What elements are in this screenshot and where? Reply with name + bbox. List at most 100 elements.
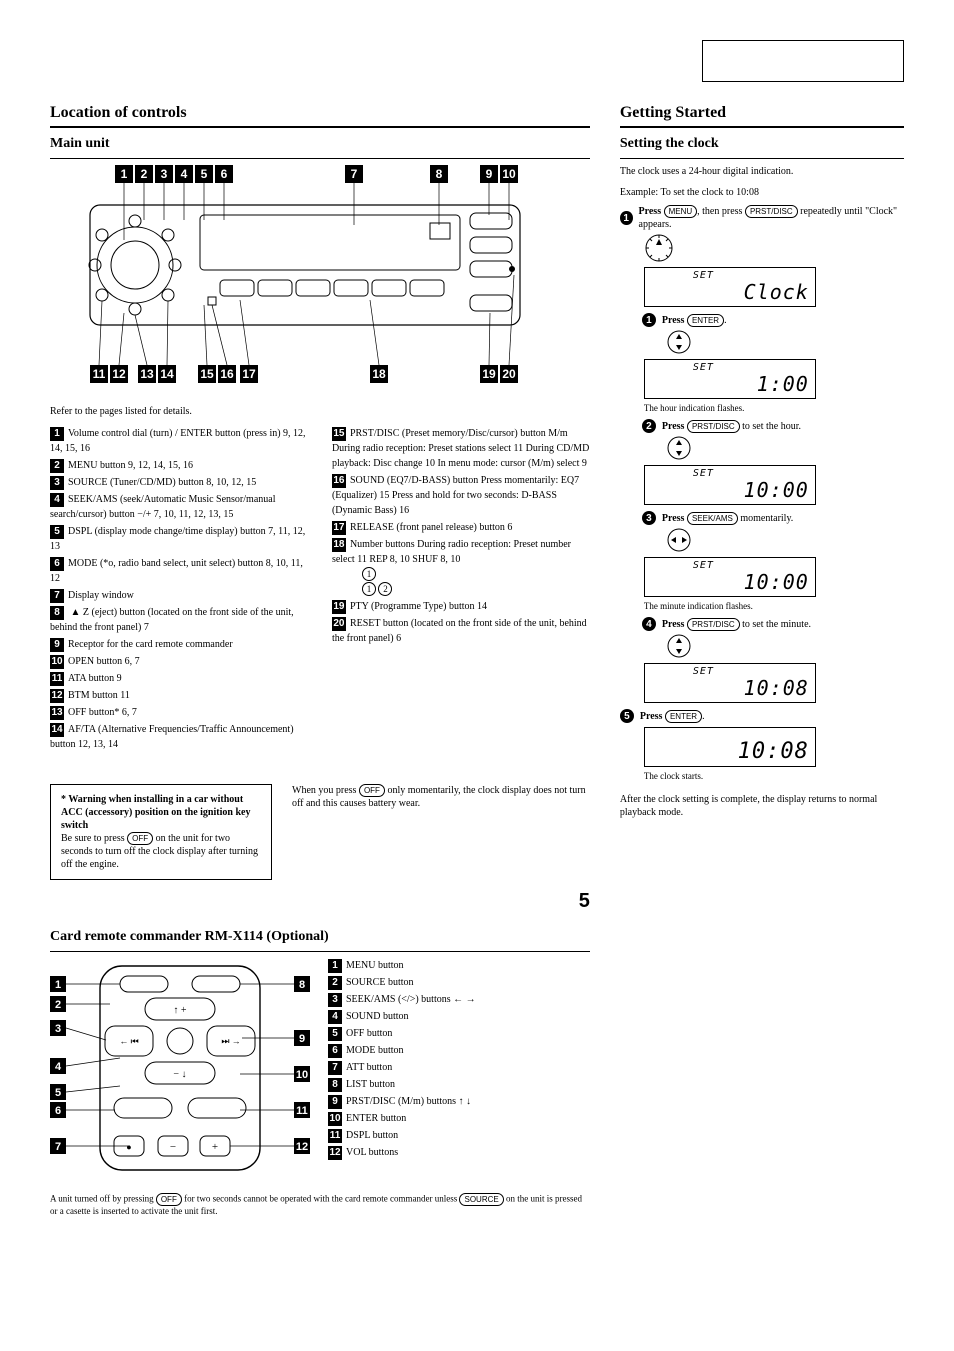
list-item: 3SOURCE (Tuner/CD/MD) button 8, 10, 12, … [50, 475, 308, 490]
circ-num: 1 [362, 567, 376, 581]
item-text: SEEK/AMS (seek/Automatic Music Sensor/ma… [50, 494, 275, 520]
svg-text:6: 6 [55, 1105, 61, 1117]
leftright-icon [666, 527, 692, 553]
enter-button-label: ENTER [665, 710, 702, 723]
item-text: RELEASE (front panel release) button 6 [350, 522, 512, 533]
remote-title: Card remote commander RM-X114 (Optional) [50, 929, 590, 945]
item-number: 4 [50, 493, 64, 507]
main-unit-diagram: 1 2 3 4 5 6 7 8 9 10 [60, 165, 540, 405]
item-number: 1 [50, 427, 64, 441]
item-number: 5 [50, 525, 64, 539]
cap-hour: The hour indication flashes. [644, 403, 904, 413]
svg-text:14: 14 [160, 367, 174, 381]
list-item: 14AF/TA (Alternative Frequencies/Traffic… [50, 722, 308, 752]
item-text: LIST button [346, 1079, 395, 1090]
item-text: SOURCE (Tuner/CD/MD) button 8, 10, 12, 1… [68, 477, 256, 488]
svg-text:1: 1 [55, 979, 61, 991]
list-item: 16SOUND (EQ7/D-BASS) button Press moment… [332, 473, 590, 518]
item-number: 2 [50, 459, 64, 473]
arrow-icon: ↑ ↓ [456, 1096, 471, 1107]
svg-text:1: 1 [121, 167, 128, 181]
item-text: OPEN button 6, 7 [68, 656, 140, 667]
item-number: 20 [332, 617, 346, 631]
svg-text:↑ +: ↑ + [173, 1005, 187, 1016]
step-num-4: 4 [642, 617, 656, 631]
list-item: 4SOUND button [328, 1009, 548, 1024]
list-item: 13OFF button* 6, 7 [50, 705, 308, 720]
item-text: Volume control dial (turn) / ENTER butto… [50, 428, 306, 454]
ref-text: Refer to the pages listed for details. [50, 405, 590, 418]
step1b-text: Press ENTER. [662, 314, 727, 327]
svg-text:3: 3 [161, 167, 168, 181]
list-item: 3SEEK/AMS (</>) buttons ← → [328, 992, 548, 1007]
item-number: 14 [50, 723, 64, 737]
list-item: 9Receptor for the card remote commander [50, 637, 308, 652]
list-item: 6MODE (*o, radio band select, unit selec… [50, 556, 308, 586]
list-item: 4SEEK/AMS (seek/Automatic Music Sensor/m… [50, 492, 308, 522]
menu-button-label: MENU [664, 205, 698, 218]
svg-text:20: 20 [502, 367, 516, 381]
svg-text:11: 11 [296, 1105, 308, 1117]
item-text: DSPL button [346, 1130, 398, 1141]
step3-text: Press SEEK/AMS momentarily. [662, 512, 793, 525]
item-number: 19 [332, 600, 346, 614]
lcd-1-00: SET 1:00 [644, 359, 816, 399]
arrow-icon: ← → [451, 994, 476, 1005]
circ-num: 2 [378, 582, 392, 596]
updown-icon [666, 329, 692, 355]
svg-text:− ↓: − ↓ [173, 1069, 186, 1080]
item-text: SOURCE button [346, 977, 414, 988]
list-item: 11 ATA button 9 [50, 671, 308, 686]
updown-icon [666, 633, 692, 659]
off-button-label: OFF [127, 832, 153, 845]
svg-text:−: − [170, 1141, 176, 1153]
eject-icon: ▲ [68, 607, 83, 618]
item-number: 5 [328, 1027, 342, 1041]
step4-text: Press PRST/DISC to set the minute. [662, 618, 811, 631]
item-number: 18 [332, 538, 346, 552]
item-number: 11 [50, 672, 64, 686]
svg-text:4: 4 [55, 1061, 62, 1073]
list-item: 15PRST/DISC (Preset memory/Disc/cursor) … [332, 426, 590, 471]
circ-num: 1 [362, 582, 376, 596]
dial-icon [644, 233, 674, 263]
clock-starts: The clock starts. [644, 771, 904, 781]
svg-text:5: 5 [201, 167, 208, 181]
svg-text:9: 9 [299, 1033, 305, 1045]
svg-text:12: 12 [296, 1141, 308, 1153]
list-item: 1Volume control dial (turn) / ENTER butt… [50, 426, 308, 456]
item-text: PRST/DISC (Preset memory/Disc/cursor) bu… [332, 428, 589, 469]
list-item: 6MODE button [328, 1043, 548, 1058]
step2-text: Press PRST/DISC to set the hour. [662, 420, 801, 433]
item-text: DSPL (display mode change/time display) … [50, 526, 305, 552]
item-text: SEEK/AMS (</>) buttons [346, 994, 451, 1005]
remote-footnote: A unit turned off by pressing OFF for tw… [50, 1193, 590, 1218]
rule [50, 158, 590, 159]
step5-text: Press ENTER. [640, 710, 705, 723]
seek-button-label: SEEK/AMS [687, 512, 738, 525]
list-item: 8 ▲ Z (eject) button (located on the fro… [50, 605, 308, 635]
svg-text:6: 6 [221, 167, 228, 181]
svg-text:15: 15 [200, 367, 214, 381]
section-title-getting-started: Getting Started [620, 104, 904, 122]
list-item: 18Number buttons During radio reception:… [332, 537, 590, 597]
step1-text: Press MENU, then press PRST/DISC repeate… [639, 205, 905, 231]
svg-text:7: 7 [55, 1141, 61, 1153]
step-num-1: 1 [620, 211, 633, 225]
item-number: 10 [328, 1112, 342, 1126]
off-button-label: OFF [156, 1193, 182, 1206]
svg-text:+: + [212, 1141, 218, 1153]
item-text: OFF button* 6, 7 [68, 707, 137, 718]
lcd-10-00: SET 10:00 [644, 465, 816, 505]
caution-body: Be sure to press OFF on the unit for two… [61, 833, 258, 870]
list-item: 12VOL buttons [328, 1145, 548, 1160]
caution-footnote: When you press OFF only momentarily, the… [292, 784, 590, 810]
svg-text:10: 10 [296, 1069, 308, 1081]
item-number: 8 [50, 606, 64, 620]
lcd-10-00b: SET 10:00 [644, 557, 816, 597]
item-number: 16 [332, 474, 346, 488]
clock-example: Example: To set the clock to 10:08 [620, 186, 904, 199]
main-unit-list-left: 1Volume control dial (turn) / ENTER butt… [50, 426, 308, 754]
item-text: ATA button 9 [68, 673, 122, 684]
step-num-3: 3 [642, 511, 656, 525]
